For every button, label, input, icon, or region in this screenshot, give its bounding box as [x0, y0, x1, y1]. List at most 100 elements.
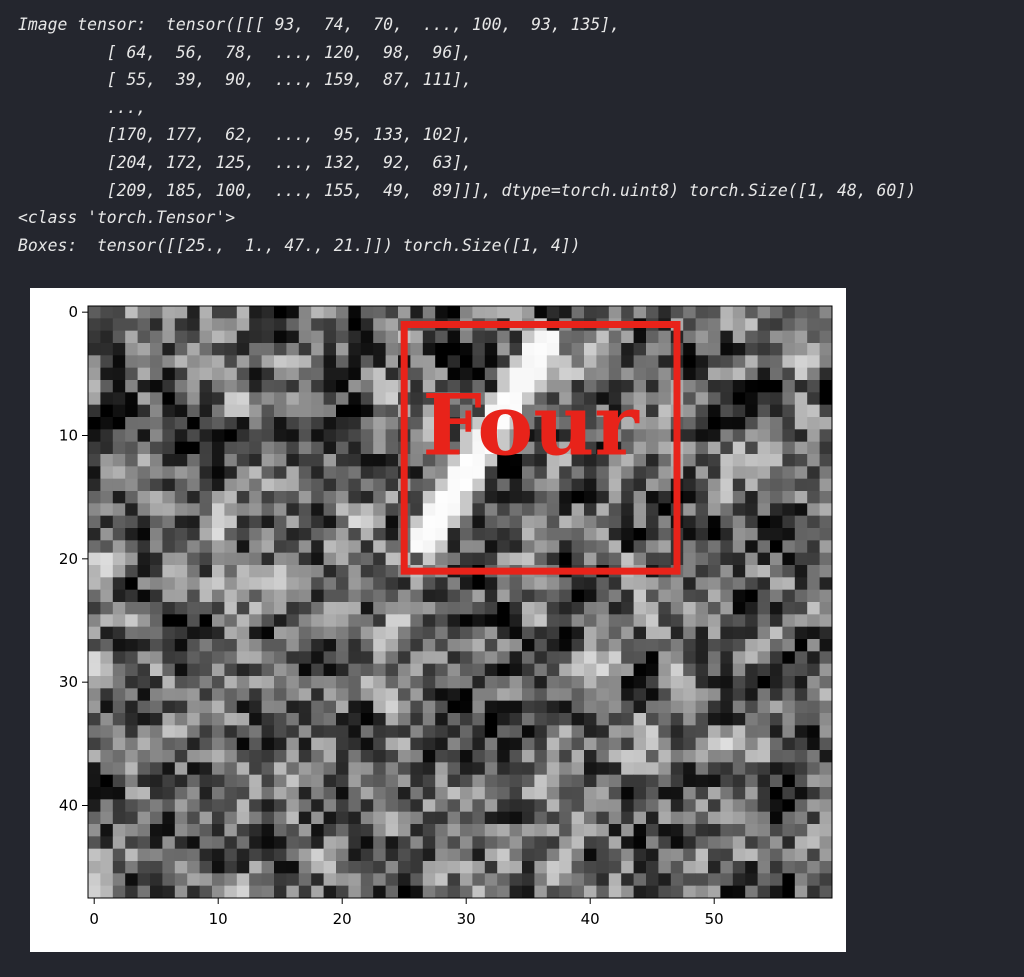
image-pixel: [782, 787, 796, 800]
image-pixel: [150, 318, 163, 332]
image-pixel: [534, 737, 548, 751]
image-pixel: [559, 885, 572, 899]
image-pixel: [100, 454, 114, 467]
image-pixel: [807, 491, 820, 504]
image-pixel: [658, 466, 672, 480]
image-pixel: [125, 577, 138, 591]
image-pixel: [770, 861, 783, 874]
image-pixel: [112, 676, 126, 689]
image-pixel: [236, 589, 250, 603]
x-tick-label: 30: [457, 910, 476, 928]
image-pixel: [571, 651, 585, 665]
image-pixel: [336, 330, 349, 344]
image-pixel: [162, 824, 176, 837]
image-pixel: [807, 713, 820, 726]
image-pixel: [323, 663, 337, 677]
image-pixel: [199, 355, 213, 369]
image-pixel: [311, 713, 324, 726]
image-pixel: [732, 774, 746, 788]
image-pixel: [509, 811, 523, 825]
image-pixel: [757, 602, 771, 615]
image-pixel: [236, 700, 250, 714]
image-pixel: [670, 589, 684, 603]
image-pixel: [497, 626, 510, 640]
image-pixel: [819, 528, 833, 541]
image-pixel: [509, 762, 523, 776]
image-pixel: [794, 515, 808, 529]
image-pixel: [534, 639, 548, 652]
image-pixel: [658, 577, 672, 591]
image-pixel: [150, 589, 163, 603]
image-pixel: [336, 589, 349, 603]
image-pixel: [298, 478, 312, 492]
image-pixel: [174, 861, 188, 874]
image-pixel: [596, 737, 610, 751]
image-pixel: [534, 824, 548, 837]
image-pixel: [88, 688, 101, 702]
image-pixel: [323, 491, 337, 504]
image-pixel: [187, 602, 200, 615]
image-pixel: [261, 799, 275, 813]
image-pixel: [472, 577, 486, 591]
image-pixel: [757, 306, 771, 319]
image-pixel: [398, 639, 411, 652]
image-pixel: [522, 873, 535, 887]
image-pixel: [274, 380, 287, 393]
image-pixel: [360, 787, 374, 800]
image-pixel: [398, 774, 411, 788]
image-pixel: [360, 676, 374, 689]
image-pixel: [249, 454, 262, 467]
image-pixel: [187, 540, 200, 554]
image-pixel: [670, 873, 684, 887]
image-pixel: [336, 417, 349, 430]
image-pixel: [584, 750, 597, 763]
image-pixel: [125, 355, 138, 369]
image-pixel: [100, 651, 114, 665]
image-pixel: [633, 811, 647, 825]
image-pixel: [534, 528, 548, 541]
image-pixel: [522, 774, 535, 788]
image-pixel: [112, 725, 126, 739]
image-pixel: [286, 885, 300, 899]
image-pixel: [298, 626, 312, 640]
image-pixel: [460, 700, 473, 714]
image-pixel: [571, 540, 585, 554]
image-pixel: [745, 380, 758, 393]
image-pixel: [373, 750, 386, 763]
image-pixel: [646, 441, 659, 455]
image-pixel: [745, 626, 758, 640]
x-tick-label: 40: [581, 910, 600, 928]
image-pixel: [100, 330, 114, 344]
image-pixel: [385, 417, 399, 430]
image-pixel: [819, 343, 833, 356]
image-pixel: [162, 466, 176, 480]
image-pixel: [819, 318, 833, 332]
image-pixel: [509, 688, 523, 702]
image-pixel: [732, 417, 746, 430]
image-pixel: [410, 811, 424, 825]
image-pixel: [522, 885, 535, 899]
image-pixel: [807, 848, 820, 862]
image-pixel: [249, 663, 262, 677]
image-pixel: [546, 626, 560, 640]
image-pixel: [522, 330, 535, 344]
image-pixel: [249, 750, 262, 763]
image-pixel: [398, 626, 411, 640]
image-pixel: [546, 515, 560, 529]
image-pixel: [212, 639, 225, 652]
image-pixel: [286, 491, 300, 504]
image-pixel: [199, 306, 213, 319]
image-pixel: [348, 503, 362, 517]
image-pixel: [199, 750, 213, 763]
image-pixel: [571, 626, 585, 640]
image-pixel: [100, 367, 114, 381]
image-pixel: [286, 836, 300, 850]
image-pixel: [807, 417, 820, 430]
image-pixel: [546, 787, 560, 800]
image-pixel: [187, 528, 200, 541]
image-pixel: [373, 306, 386, 319]
image-pixel: [546, 540, 560, 554]
image-pixel: [410, 589, 424, 603]
image-pixel: [447, 552, 461, 566]
matplotlib-figure: 0 10 20 30 40 50 0 10 20 30 40 Four: [30, 288, 846, 952]
